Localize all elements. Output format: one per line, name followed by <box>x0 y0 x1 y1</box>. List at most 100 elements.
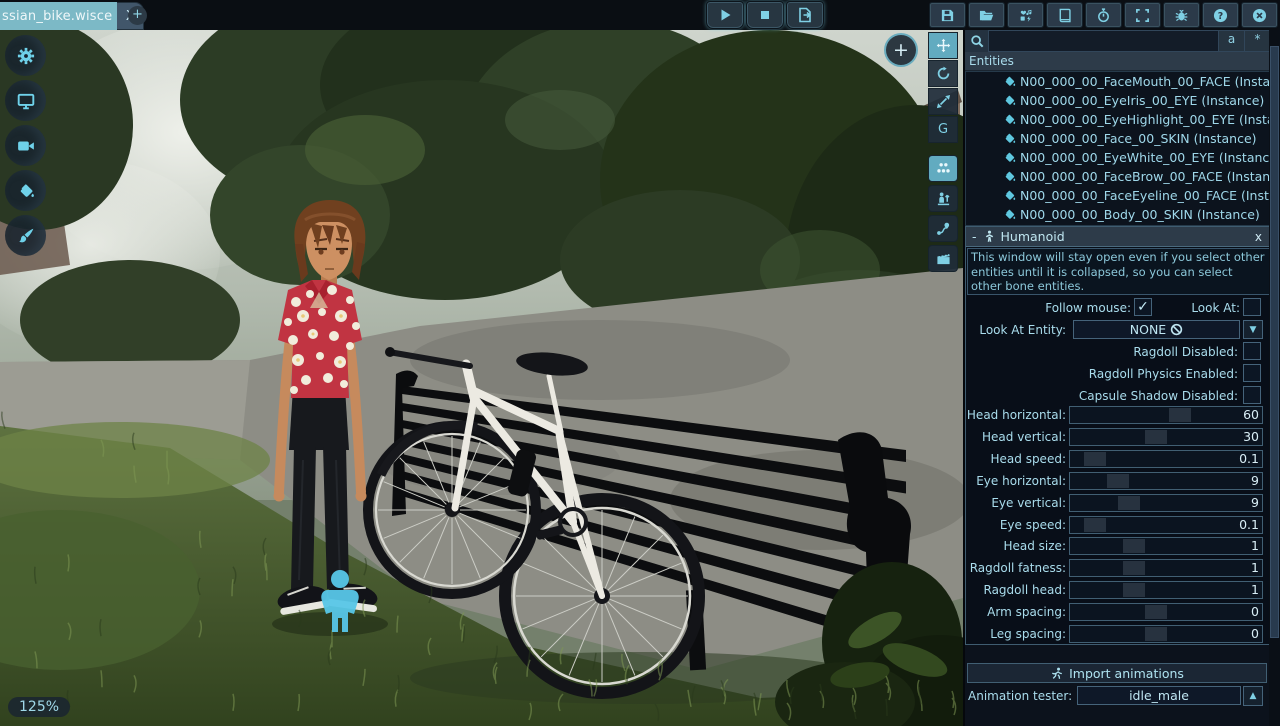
slider-thumb[interactable] <box>1145 605 1167 619</box>
slider-thumb[interactable] <box>1145 627 1167 641</box>
look-at-entity-dropdown[interactable]: NONE <box>1073 320 1240 339</box>
rotate-tool-button[interactable] <box>928 60 958 87</box>
look-at-entity-dropdown-arrow[interactable]: ▼ <box>1243 320 1263 339</box>
slider-thumb[interactable] <box>1084 518 1106 532</box>
asset-library-button[interactable] <box>1007 2 1044 28</box>
slider-thumb[interactable] <box>1169 408 1191 422</box>
move-tool-button[interactable] <box>928 32 958 59</box>
entities-section-header[interactable]: Entities <box>965 52 1271 71</box>
slider-thumb[interactable] <box>1118 496 1140 510</box>
animation-tester-dropdown[interactable]: idle_male <box>1077 686 1241 705</box>
look-at-label: Look At: <box>1156 297 1240 318</box>
stop-icon <box>757 7 773 23</box>
toggle-checkbox[interactable] <box>1243 364 1261 382</box>
look-at-entity-value: NONE <box>1130 322 1166 337</box>
play-button[interactable] <box>706 1 744 29</box>
slider-thumb[interactable] <box>1145 430 1167 444</box>
panel-scrollbar[interactable] <box>1269 30 1280 726</box>
toggle-label: Ragdoll Physics Enabled: <box>966 363 1238 384</box>
cinematic-clapper-button[interactable] <box>928 245 958 272</box>
slider-track[interactable]: 1 <box>1069 537 1263 555</box>
slider-track[interactable]: 0.1 <box>1069 450 1263 468</box>
paint-brush-icon <box>17 227 35 245</box>
top-bar: ssian_bike.wisce X + ? <box>0 0 1280 30</box>
wildcard-button[interactable]: * <box>1245 30 1271 52</box>
play-icon <box>717 7 733 23</box>
entity-search-input[interactable] <box>988 30 1219 52</box>
viewport-add-button[interactable]: + <box>884 33 918 67</box>
viewport-3d[interactable]: + G 125% <box>0 30 963 726</box>
toggle-row: Capsule Shadow Disabled: <box>966 385 1272 406</box>
slider-track[interactable]: 9 <box>1069 494 1263 512</box>
close-app-button[interactable] <box>1241 2 1278 28</box>
spawn-point-button[interactable] <box>928 185 958 212</box>
scale-tool-button[interactable] <box>928 88 958 115</box>
scene-tab[interactable]: ssian_bike.wisce X <box>0 2 144 30</box>
entity-label: N00_000_00_EyeIris_00_EYE (Instance) <box>1020 93 1264 108</box>
local-global-toggle-button[interactable]: G <box>928 116 958 143</box>
entity-list-item[interactable]: N00_000_00_EyeHighlight_00_EYE (Instance… <box>966 110 1270 129</box>
slider-thumb[interactable] <box>1123 583 1145 597</box>
bones-mode-button[interactable] <box>928 155 958 182</box>
slider-track[interactable]: 0 <box>1069 625 1263 643</box>
paint-bucket-icon <box>1003 170 1016 183</box>
panel-scrollbar-thumb[interactable] <box>1270 46 1279 638</box>
match-case-button[interactable]: a <box>1219 30 1245 52</box>
settings-gear-button[interactable] <box>5 35 46 76</box>
humanoid-window-title: Humanoid <box>1001 229 1065 244</box>
video-camera-button[interactable] <box>5 125 46 166</box>
entity-list-item[interactable]: N00_000_00_FaceEyeline_00_FACE (Instance… <box>966 186 1270 205</box>
slider-thumb[interactable] <box>1123 539 1145 553</box>
fullscreen-button[interactable] <box>1124 2 1161 28</box>
search-icon[interactable] <box>965 30 988 52</box>
entity-list-item[interactable]: N00_000_00_EyeIris_00_EYE (Instance) <box>966 91 1270 110</box>
slider-track[interactable]: 30 <box>1069 428 1263 446</box>
entity-list-item[interactable]: N00_000_00_Face_00_SKIN (Instance) <box>966 129 1270 148</box>
humanoid-close-button[interactable]: x <box>1255 230 1262 244</box>
look-at-checkbox[interactable] <box>1243 298 1261 316</box>
scale-tool-icon <box>936 94 951 109</box>
paint-bucket-icon <box>1003 94 1016 107</box>
slider-track[interactable]: 60 <box>1069 406 1263 424</box>
entity-list-item[interactable]: N00_000_00_FaceBrow_00_FACE (Instance) <box>966 167 1270 186</box>
toggle-checkbox[interactable] <box>1243 386 1261 404</box>
new-tab-button[interactable]: + <box>128 6 147 25</box>
toggle-checkbox[interactable] <box>1243 342 1261 360</box>
save-button[interactable] <box>929 2 966 28</box>
paint-brush-button[interactable] <box>5 215 46 256</box>
entity-list-item[interactable]: N00_000_00_FaceMouth_00_FACE (Instance) <box>966 72 1270 91</box>
slider-value: 0.1 <box>1239 517 1259 533</box>
open-folder-button[interactable] <box>968 2 1005 28</box>
help-button[interactable]: ? <box>1202 2 1239 28</box>
scene-tab-title[interactable]: ssian_bike.wisce <box>0 2 117 30</box>
slider-track[interactable]: 0.1 <box>1069 516 1263 534</box>
slider-label: Head size: <box>966 536 1066 556</box>
slider-thumb[interactable] <box>1084 452 1106 466</box>
slider-track[interactable]: 1 <box>1069 559 1263 577</box>
humanoid-window-header[interactable]: - Humanoid x <box>966 227 1270 247</box>
waypoint-route-icon <box>936 221 951 236</box>
slider-thumb[interactable] <box>1107 474 1129 488</box>
display-button[interactable] <box>5 80 46 121</box>
slider-track[interactable]: 9 <box>1069 472 1263 490</box>
debug-button[interactable] <box>1163 2 1200 28</box>
slider-track[interactable]: 0 <box>1069 603 1263 621</box>
manual-button[interactable] <box>1046 2 1083 28</box>
timer-button[interactable] <box>1085 2 1122 28</box>
slider-value: 1 <box>1251 582 1259 598</box>
slider-thumb[interactable] <box>1123 561 1145 575</box>
paint-bucket-button[interactable] <box>5 170 46 211</box>
export-scene-button[interactable] <box>786 1 824 29</box>
entity-label: N00_000_00_FaceEyeline_00_FACE (Instance… <box>1020 188 1270 203</box>
entity-list-item[interactable]: N00_000_00_Body_00_SKIN (Instance) <box>966 205 1270 224</box>
import-animations-button[interactable]: Import animations <box>967 663 1267 683</box>
follow-mouse-checkbox[interactable]: ✓ <box>1134 298 1152 316</box>
animation-tester-dropdown-arrow[interactable]: ▲ <box>1243 686 1263 706</box>
waypoint-route-button[interactable] <box>928 215 958 242</box>
stop-button[interactable] <box>746 1 784 29</box>
entity-list-item[interactable]: N00_000_00_EyeWhite_00_EYE (Instance) <box>966 148 1270 167</box>
slider-value: 30 <box>1243 429 1259 445</box>
collapse-button[interactable]: - <box>972 229 977 244</box>
paint-bucket-icon <box>1003 132 1016 145</box>
slider-track[interactable]: 1 <box>1069 581 1263 599</box>
